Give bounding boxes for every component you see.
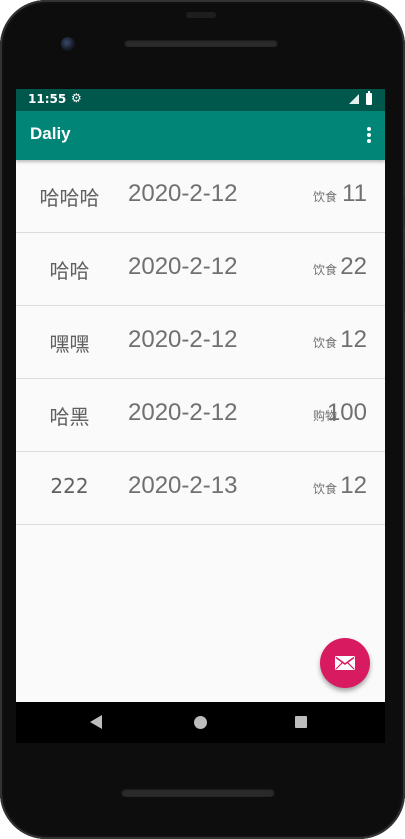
list-item[interactable]: 哈黑 2020-2-12 购物 100 [16, 379, 385, 452]
recents-icon[interactable] [295, 716, 307, 728]
app-screen: 11:55 ⚙ Daliy 哈哈哈 2020-2-12 饮食 11 哈哈 202… [16, 89, 385, 702]
navigation-bar [16, 702, 385, 743]
item-amount: 12 [340, 472, 367, 499]
cell-signal-icon [349, 94, 359, 104]
item-name: 哈哈 [49, 259, 90, 283]
item-date: 2020-2-13 [128, 472, 238, 499]
mail-icon [335, 656, 355, 670]
app-toolbar: Daliy [16, 111, 385, 160]
list-item[interactable]: 嘿嘿 2020-2-12 饮食 12 [16, 306, 385, 379]
earpiece-speaker [124, 39, 278, 47]
list-item[interactable]: 哈哈哈 2020-2-12 饮食 11 [16, 160, 385, 233]
item-type: 饮食 [312, 190, 337, 204]
item-type: 饮食 [312, 336, 337, 350]
back-icon[interactable] [90, 715, 102, 729]
record-list: 哈哈哈 2020-2-12 饮食 11 哈哈 2020-2-12 饮食 22 嘿… [16, 160, 385, 525]
item-amount: 12 [340, 326, 367, 353]
toolbar-title: Daliy [30, 124, 71, 143]
list-item[interactable]: 222 2020-2-13 饮食 12 [16, 452, 385, 525]
item-date: 2020-2-12 [128, 180, 238, 207]
status-bar: 11:55 ⚙ [16, 89, 385, 111]
front-camera-icon [61, 37, 75, 51]
phone-frame: 11:55 ⚙ Daliy 哈哈哈 2020-2-12 饮食 11 哈哈 202… [0, 0, 405, 839]
item-name: 嘿嘿 [49, 332, 90, 356]
item-date: 2020-2-12 [128, 326, 238, 353]
item-type: 饮食 [312, 263, 337, 277]
list-item[interactable]: 哈哈 2020-2-12 饮食 22 [16, 233, 385, 306]
more-vert-icon[interactable] [367, 127, 371, 143]
bottom-speaker [121, 788, 275, 797]
item-amount: 11 [342, 180, 367, 207]
status-time: 11:55 [28, 92, 67, 106]
item-date: 2020-2-12 [128, 253, 238, 280]
battery-icon [366, 91, 372, 105]
mail-fab-button[interactable] [320, 638, 370, 688]
top-sensor [186, 12, 216, 18]
gear-icon: ⚙ [71, 91, 82, 105]
item-name: 哈黑 [49, 405, 90, 429]
item-name: 222 [50, 474, 89, 498]
item-type: 饮食 [312, 482, 337, 496]
home-icon[interactable] [194, 716, 207, 729]
item-amount: 22 [340, 253, 367, 280]
item-name: 哈哈哈 [39, 186, 100, 210]
item-date: 2020-2-12 [128, 399, 238, 426]
item-amount: 100 [326, 399, 367, 426]
